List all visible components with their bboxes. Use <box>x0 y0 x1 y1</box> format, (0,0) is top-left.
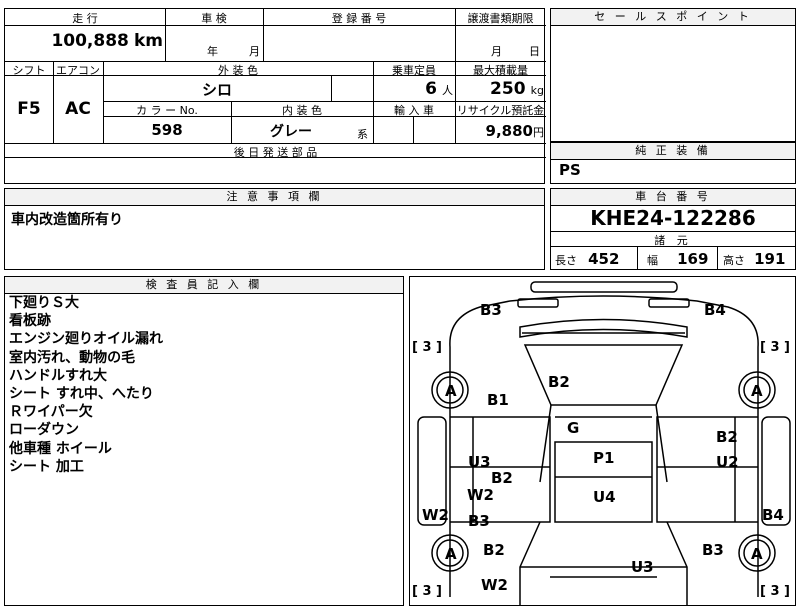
damage-code: G <box>567 419 580 437</box>
note-item: シート 加工 <box>9 458 84 475</box>
damage-code: B2 <box>548 373 570 391</box>
damage-code: B2 <box>483 541 505 559</box>
interior-suffix: 系 <box>357 128 368 141</box>
note-item: エンジン廻りオイル漏れ <box>9 331 163 348</box>
damage-code: W2 <box>481 576 508 594</box>
vehicle-damage-diagram: [ 3 ] [ 3 ] [ 3 ] [ 3 ] A A A A B3 B4 B2… <box>409 276 796 606</box>
tire-mark-rear-left: [ 3 ] <box>412 584 442 599</box>
cautions-label: 注 意 事 項 欄 <box>5 189 544 206</box>
exterior-value: シロ <box>201 81 232 99</box>
car-outline-drawing <box>417 281 791 605</box>
tire-grade-rear-left: A <box>445 545 457 563</box>
tire-grade-front-left: A <box>445 382 457 400</box>
note-item: シート すれ中、へたり <box>9 386 154 403</box>
mileage-value: 100,888 km <box>51 31 163 51</box>
vehicle-info-panel: 走 行 車 検 登 録 番 号 譲渡書類期限 100,888 km 年 月 月 … <box>4 8 546 184</box>
aircon-value: AC <box>65 99 91 119</box>
tire-grade-rear-right: A <box>751 545 763 563</box>
chassis-panel: 車 台 番 号 KHE24-122286 諸 元 長さ 452 幅 169 高さ… <box>550 188 796 270</box>
damage-code: U3 <box>468 453 491 471</box>
transfer-month-unit: 月 <box>491 45 502 58</box>
mileage-label: 走 行 <box>72 12 98 25</box>
note-item: 下廻りＳ大 <box>9 295 79 311</box>
damage-code: B2 <box>716 428 738 446</box>
genuine-equipment-panel: 純 正 装 備 PS <box>550 142 796 184</box>
tire-grade-front-right: A <box>751 382 763 400</box>
exterior-label: 外 装 色 <box>218 64 258 77</box>
spec-width: 幅 169 <box>647 250 709 268</box>
tire-mark-rear-right: [ 3 ] <box>760 584 790 599</box>
inspector-label: 検 査 員 記 入 欄 <box>5 277 403 294</box>
interior-value: グレー <box>270 124 312 140</box>
aircon-label: エアコン <box>56 64 100 77</box>
sales-point-panel: セ ー ル ス ポ イ ン ト <box>550 8 796 142</box>
shift-value: F5 <box>17 99 41 119</box>
inspector-notes-list: 下廻りＳ大 看板跡 エンジン廻りオイル漏れ 室内汚れ、動物の毛 ハンドルすれ大 … <box>9 294 163 476</box>
damage-code: B1 <box>487 391 509 409</box>
tire-mark-front-right: [ 3 ] <box>760 340 790 355</box>
damage-code: U3 <box>631 558 654 576</box>
inspection-year-unit: 年 <box>207 45 218 58</box>
transfer-label: 譲渡書類期限 <box>467 12 534 25</box>
registration-label: 登 録 番 号 <box>331 12 387 25</box>
note-item: ハンドルすれ大 <box>9 367 107 384</box>
damage-code: U2 <box>716 453 739 471</box>
note-item: ローダウン <box>9 422 79 439</box>
damage-code: U4 <box>593 488 616 506</box>
transfer-day-unit: 日 <box>529 45 540 58</box>
note-item: 他車種 ホイール <box>9 440 112 457</box>
later-parts-label: 後 日 発 送 部 品 <box>233 146 318 159</box>
damage-code: B3 <box>702 541 724 559</box>
damage-code: B3 <box>480 301 502 319</box>
tire-mark-front-left: [ 3 ] <box>412 340 442 355</box>
capacity-value: 6 人 <box>425 79 453 99</box>
damage-code: B4 <box>762 506 784 524</box>
inspection-label: 車 検 <box>201 12 227 25</box>
inspector-notes-panel: 検 査 員 記 入 欄 下廻りＳ大 看板跡 エンジン廻りオイル漏れ 室内汚れ、動… <box>4 276 404 606</box>
chassis-label: 車 台 番 号 <box>551 189 795 206</box>
sales-point-label: セ ー ル ス ポ イ ン ト <box>551 9 795 26</box>
shift-label: シフト <box>12 64 46 77</box>
damage-code: B4 <box>704 301 726 319</box>
chassis-number: KHE24-122286 <box>590 206 756 230</box>
payload-value: 250 kg <box>490 79 544 99</box>
capacity-label: 乗車定員 <box>392 64 436 77</box>
color-no-value: 598 <box>151 121 183 139</box>
spec-length: 長さ 452 <box>555 250 620 268</box>
cautions-panel: 注 意 事 項 欄 車内改造箇所有り <box>4 188 545 270</box>
cautions-value: 車内改造箇所有り <box>11 212 123 228</box>
damage-code: P1 <box>593 449 615 467</box>
genuine-value: PS <box>559 161 581 179</box>
genuine-label: 純 正 装 備 <box>551 143 795 160</box>
damage-code: W2 <box>467 486 494 504</box>
damage-code: B2 <box>491 469 513 487</box>
note-item: 室内汚れ、動物の毛 <box>9 349 136 366</box>
recycle-value: 9,880円 <box>485 122 544 140</box>
damage-code: B3 <box>468 512 490 530</box>
payload-label: 最大積載量 <box>473 64 528 77</box>
note-item: Ｒワイパー欠 <box>9 404 93 421</box>
note-item: 看板跡 <box>9 313 51 330</box>
inspection-month-unit: 月 <box>249 45 260 58</box>
damage-code: W2 <box>422 506 449 524</box>
spec-height: 高さ 191 <box>723 250 786 268</box>
